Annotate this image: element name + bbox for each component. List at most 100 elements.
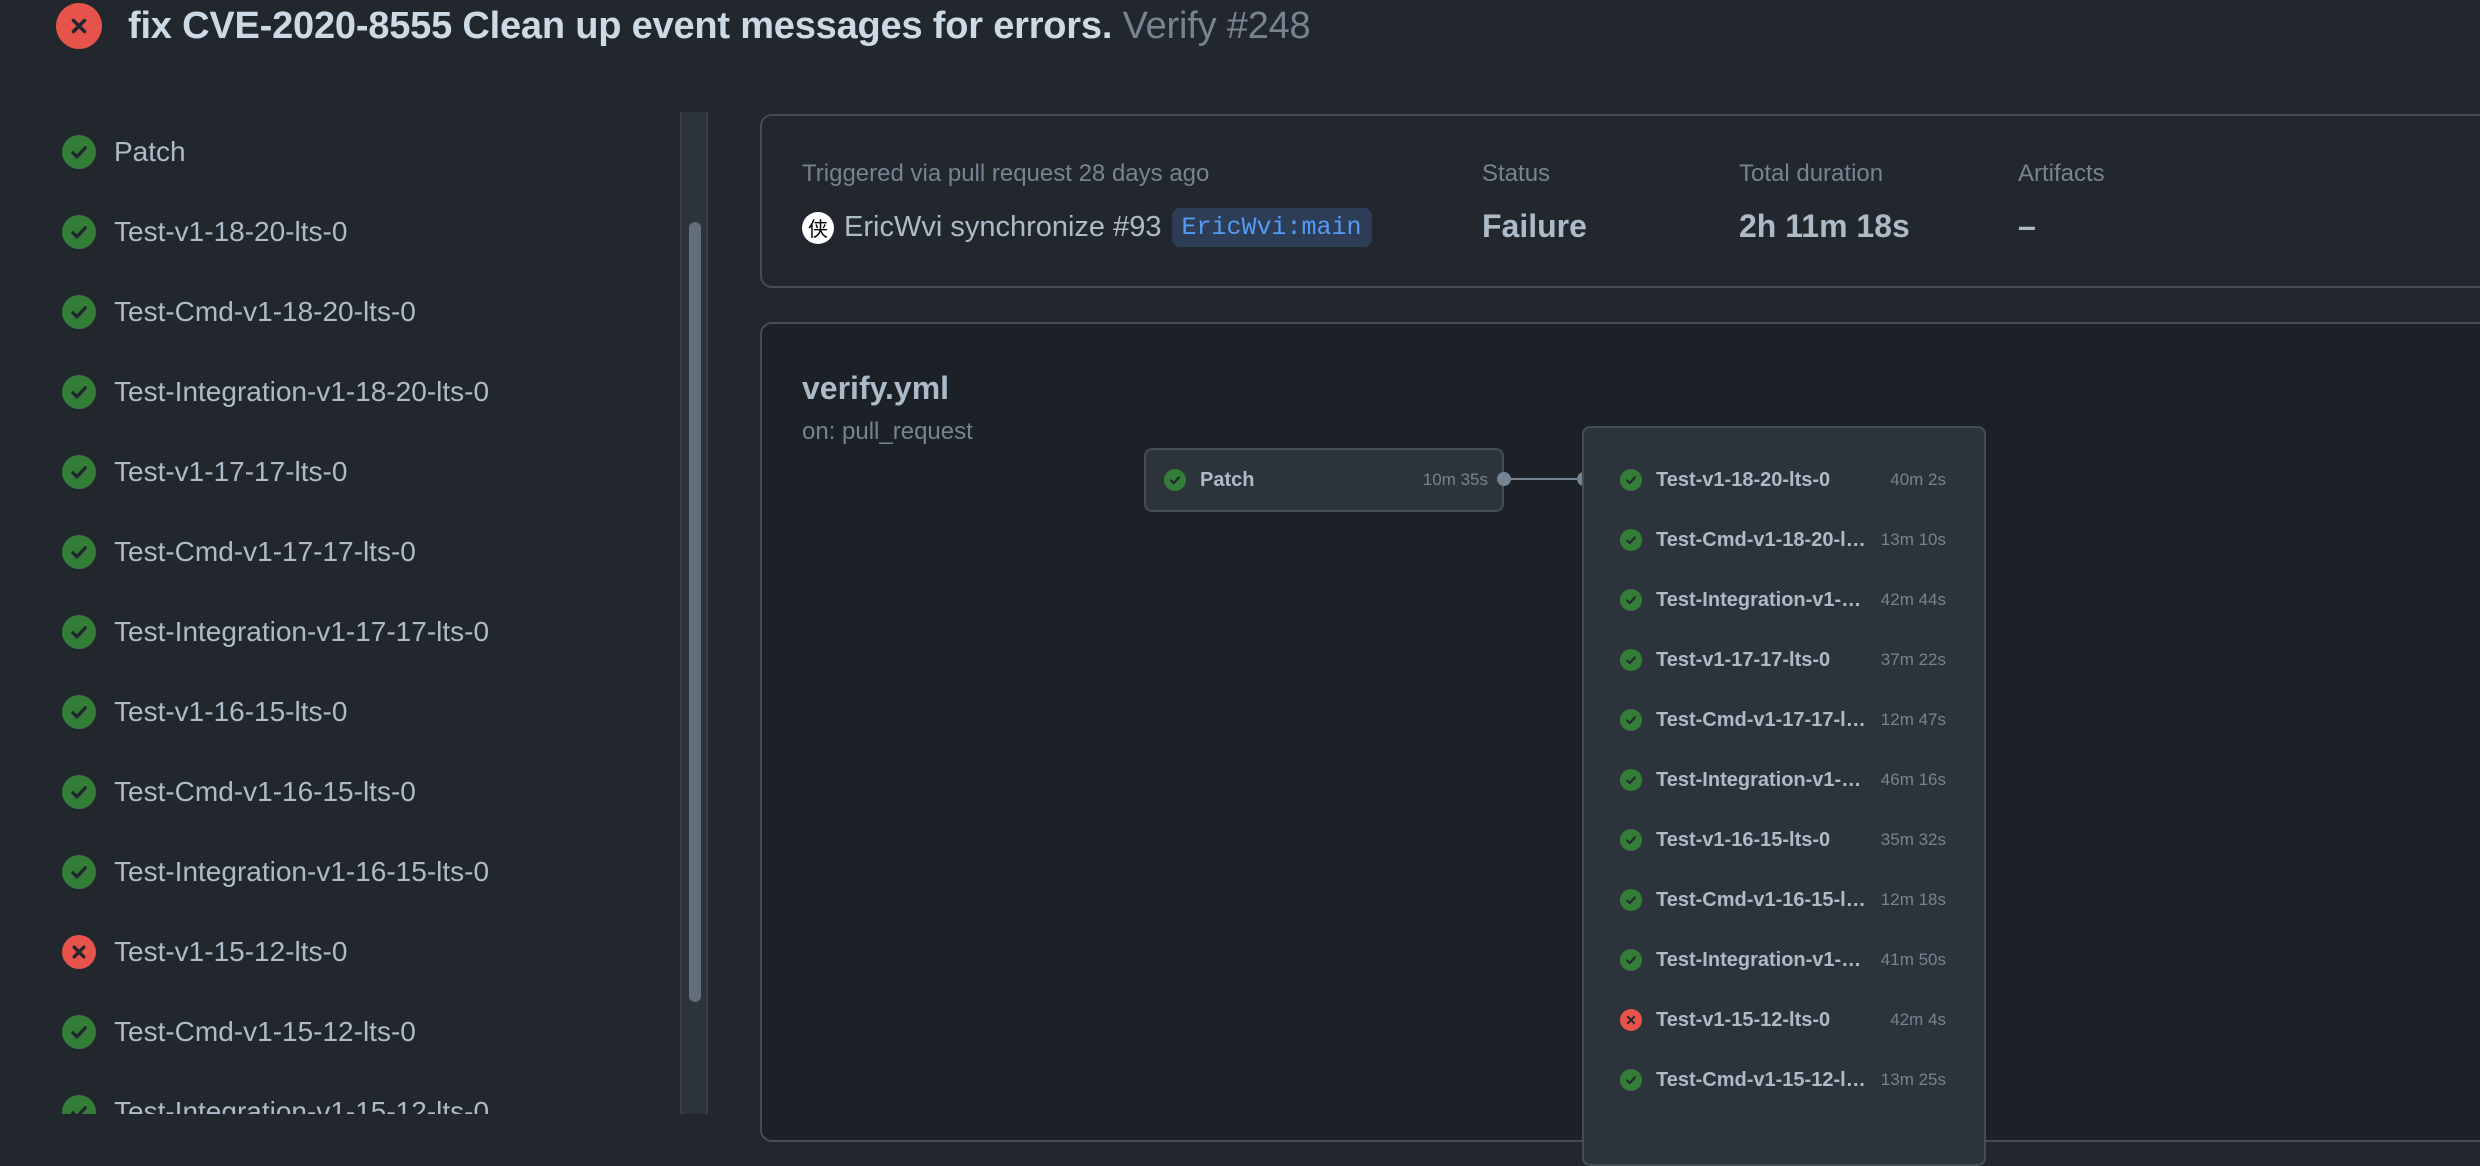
success-icon: [1620, 829, 1642, 851]
branch-link[interactable]: EricWvi:main: [1171, 208, 1372, 247]
graph-job-name: Test-Integration-v1-1...: [1656, 948, 1867, 971]
graph-job-name: Test-v1-17-17-lts-0: [1656, 648, 1831, 671]
sidebar-job-label: Test-Integration-v1-15-12-lts-0: [114, 1096, 490, 1114]
graph-job-row[interactable]: Test-Integration-v1-1... 46m 16s: [1584, 750, 1984, 810]
success-icon: [62, 695, 96, 729]
workflow-file-name[interactable]: verify.yml: [802, 370, 949, 407]
success-icon: [62, 535, 96, 569]
success-icon: [1620, 709, 1642, 731]
run-title-text: fix CVE-2020-8555 Clean up event message…: [128, 4, 1113, 47]
graph-job-row[interactable]: Test-v1-18-20-lts-0 40m 2s: [1584, 450, 1984, 510]
graph-job-row[interactable]: Test-v1-16-15-lts-0 35m 32s: [1584, 810, 1984, 870]
graph-job-name: Test-v1-16-15-lts-0: [1656, 828, 1831, 851]
run-title: fix CVE-2020-8555 Clean up event message…: [128, 5, 1311, 48]
sidebar-job-item[interactable]: Patch: [0, 112, 680, 192]
sidebar-scrollbar[interactable]: [680, 112, 708, 1114]
failure-icon: [62, 935, 96, 969]
graph-job-duration: 13m 10s: [1880, 530, 1946, 549]
graph-job-name: Test-v1-18-20-lts-0: [1656, 468, 1831, 491]
success-icon: [62, 295, 96, 329]
sidebar-job-item[interactable]: Test-v1-17-17-lts-0: [0, 432, 680, 512]
trigger-line: 侠 EricWvi synchronize #93 EricWvi:main: [802, 208, 1372, 247]
sidebar-job-item[interactable]: Test-Integration-v1-17-17-lts-0: [0, 592, 680, 672]
success-icon: [62, 1015, 96, 1049]
graph-job-duration: 37m 22s: [1880, 650, 1946, 669]
failure-icon: [1620, 1009, 1642, 1031]
graph-job-name: Test-Integration-v1-1...: [1656, 588, 1867, 611]
graph-job-duration: 35m 32s: [1880, 830, 1946, 849]
avatar[interactable]: 侠: [802, 211, 834, 244]
graph-job-duration: 41m 50s: [1880, 950, 1946, 969]
workflow-graph-card: verify.yml on: pull_request Patch 10m 35…: [760, 322, 2480, 1166]
sidebar-job-label: Test-Cmd-v1-18-20-lts-0: [114, 296, 416, 327]
sidebar-job-item[interactable]: Test-v1-16-15-lts-0: [0, 672, 680, 752]
graph-job-name: Test-Cmd-v1-16-15-lt...: [1656, 888, 1867, 911]
success-icon: [1620, 1069, 1642, 1091]
success-icon: [1620, 649, 1642, 671]
sidebar-scrollbar-thumb[interactable]: [689, 222, 701, 1002]
graph-job-row[interactable]: Test-Cmd-v1-17-17-lt... 12m 47s: [1584, 690, 1984, 750]
failure-status-icon: [56, 3, 102, 49]
sidebar-job-item[interactable]: Test-Cmd-v1-17-17-lts-0: [0, 512, 680, 592]
connector-line: [1504, 478, 1584, 480]
status-label: Status: [1482, 160, 1551, 187]
sidebar-job-item[interactable]: Test-v1-18-20-lts-0: [0, 192, 680, 272]
sidebar-job-item[interactable]: Test-Integration-v1-15-12-lts-0: [0, 1072, 680, 1114]
success-icon: [1620, 949, 1642, 971]
graph-job-name: Test-Cmd-v1-17-17-lt...: [1656, 708, 1867, 731]
success-icon: [62, 455, 96, 489]
sidebar-job-label: Test-Cmd-v1-17-17-lts-0: [114, 536, 416, 567]
success-icon: [62, 135, 96, 169]
graph-job-name: Test-Cmd-v1-15-12-lt...: [1656, 1068, 1867, 1091]
run-number: Verify #248: [1122, 4, 1311, 47]
graph-job-name: Test-Cmd-v1-18-20-lt...: [1656, 528, 1867, 551]
success-icon: [1620, 469, 1642, 491]
sidebar-job-label: Test-v1-17-17-lts-0: [114, 456, 348, 487]
artifacts-label: Artifacts: [2018, 160, 2105, 187]
workflow-trigger: on: pull_request: [802, 418, 973, 445]
run-header: fix CVE-2020-8555 Clean up event message…: [56, 0, 1311, 52]
job-node-patch[interactable]: Patch 10m 35s: [1144, 448, 1504, 512]
sidebar-job-item[interactable]: Test-v1-15-12-lts-0: [0, 912, 680, 992]
graph-job-duration: 42m 4s: [1890, 1010, 1946, 1029]
success-icon: [1620, 889, 1642, 911]
sidebar-job-label: Test-Integration-v1-17-17-lts-0: [114, 616, 490, 647]
graph-job-duration: 40m 2s: [1890, 470, 1946, 489]
sidebar-job-item[interactable]: Test-Cmd-v1-15-12-lts-0: [0, 992, 680, 1072]
sidebar-job-label: Test-Cmd-v1-15-12-lts-0: [114, 1016, 416, 1047]
job-node-duration: 10m 35s: [1422, 470, 1488, 489]
graph-job-duration: 42m 44s: [1880, 590, 1946, 609]
graph-job-name: Test-v1-15-12-lts-0: [1656, 1008, 1831, 1031]
success-icon: [62, 1095, 96, 1114]
sidebar-job-item[interactable]: Test-Cmd-v1-18-20-lts-0: [0, 272, 680, 352]
trigger-text[interactable]: EricWvi synchronize #93: [844, 211, 1162, 244]
sidebar-job-label: Test-Integration-v1-18-20-lts-0: [114, 376, 490, 407]
graph-job-duration: 12m 18s: [1880, 890, 1946, 909]
success-icon: [62, 855, 96, 889]
success-icon: [1620, 589, 1642, 611]
graph-job-row[interactable]: Test-Integration-v1-1... 42m 44s: [1584, 570, 1984, 630]
sidebar-job-item[interactable]: Test-Integration-v1-18-20-lts-0: [0, 352, 680, 432]
success-icon: [1620, 529, 1642, 551]
duration-label: Total duration: [1739, 160, 1884, 187]
status-value: Failure: [1482, 208, 1587, 244]
graph-job-row[interactable]: Test-Integration-v1-1... 41m 50s: [1584, 930, 1984, 990]
success-icon: [62, 775, 96, 809]
graph-job-name: Test-Integration-v1-1...: [1656, 768, 1867, 791]
success-icon: [1164, 469, 1186, 491]
jobs-sidebar: Patch Test-v1-18-20-lts-0 Test-Cmd-v1-18-2…: [0, 112, 680, 1114]
graph-job-row[interactable]: Test-Cmd-v1-16-15-lt... 12m 18s: [1584, 870, 1984, 930]
graph-job-row[interactable]: Test-v1-15-12-lts-0 42m 4s: [1584, 990, 1984, 1050]
graph-job-duration: 46m 16s: [1880, 770, 1946, 789]
graph-job-row[interactable]: Test-Cmd-v1-18-20-lt... 13m 10s: [1584, 510, 1984, 570]
duration-value: 2h 11m 18s: [1739, 208, 1910, 244]
graph-job-duration: 13m 25s: [1880, 1070, 1946, 1089]
sidebar-job-label: Test-Cmd-v1-16-15-lts-0: [114, 776, 416, 807]
graph-job-row[interactable]: Test-v1-17-17-lts-0 37m 22s: [1584, 630, 1984, 690]
success-icon: [62, 615, 96, 649]
run-summary-card: Triggered via pull request 28 days ago 侠…: [760, 114, 2480, 288]
graph-job-row[interactable]: Test-Cmd-v1-15-12-lt... 13m 25s: [1584, 1050, 1984, 1110]
sidebar-job-item[interactable]: Test-Cmd-v1-16-15-lts-0: [0, 752, 680, 832]
triggered-label: Triggered via pull request 28 days ago: [802, 160, 1210, 187]
sidebar-job-item[interactable]: Test-Integration-v1-16-15-lts-0: [0, 832, 680, 912]
